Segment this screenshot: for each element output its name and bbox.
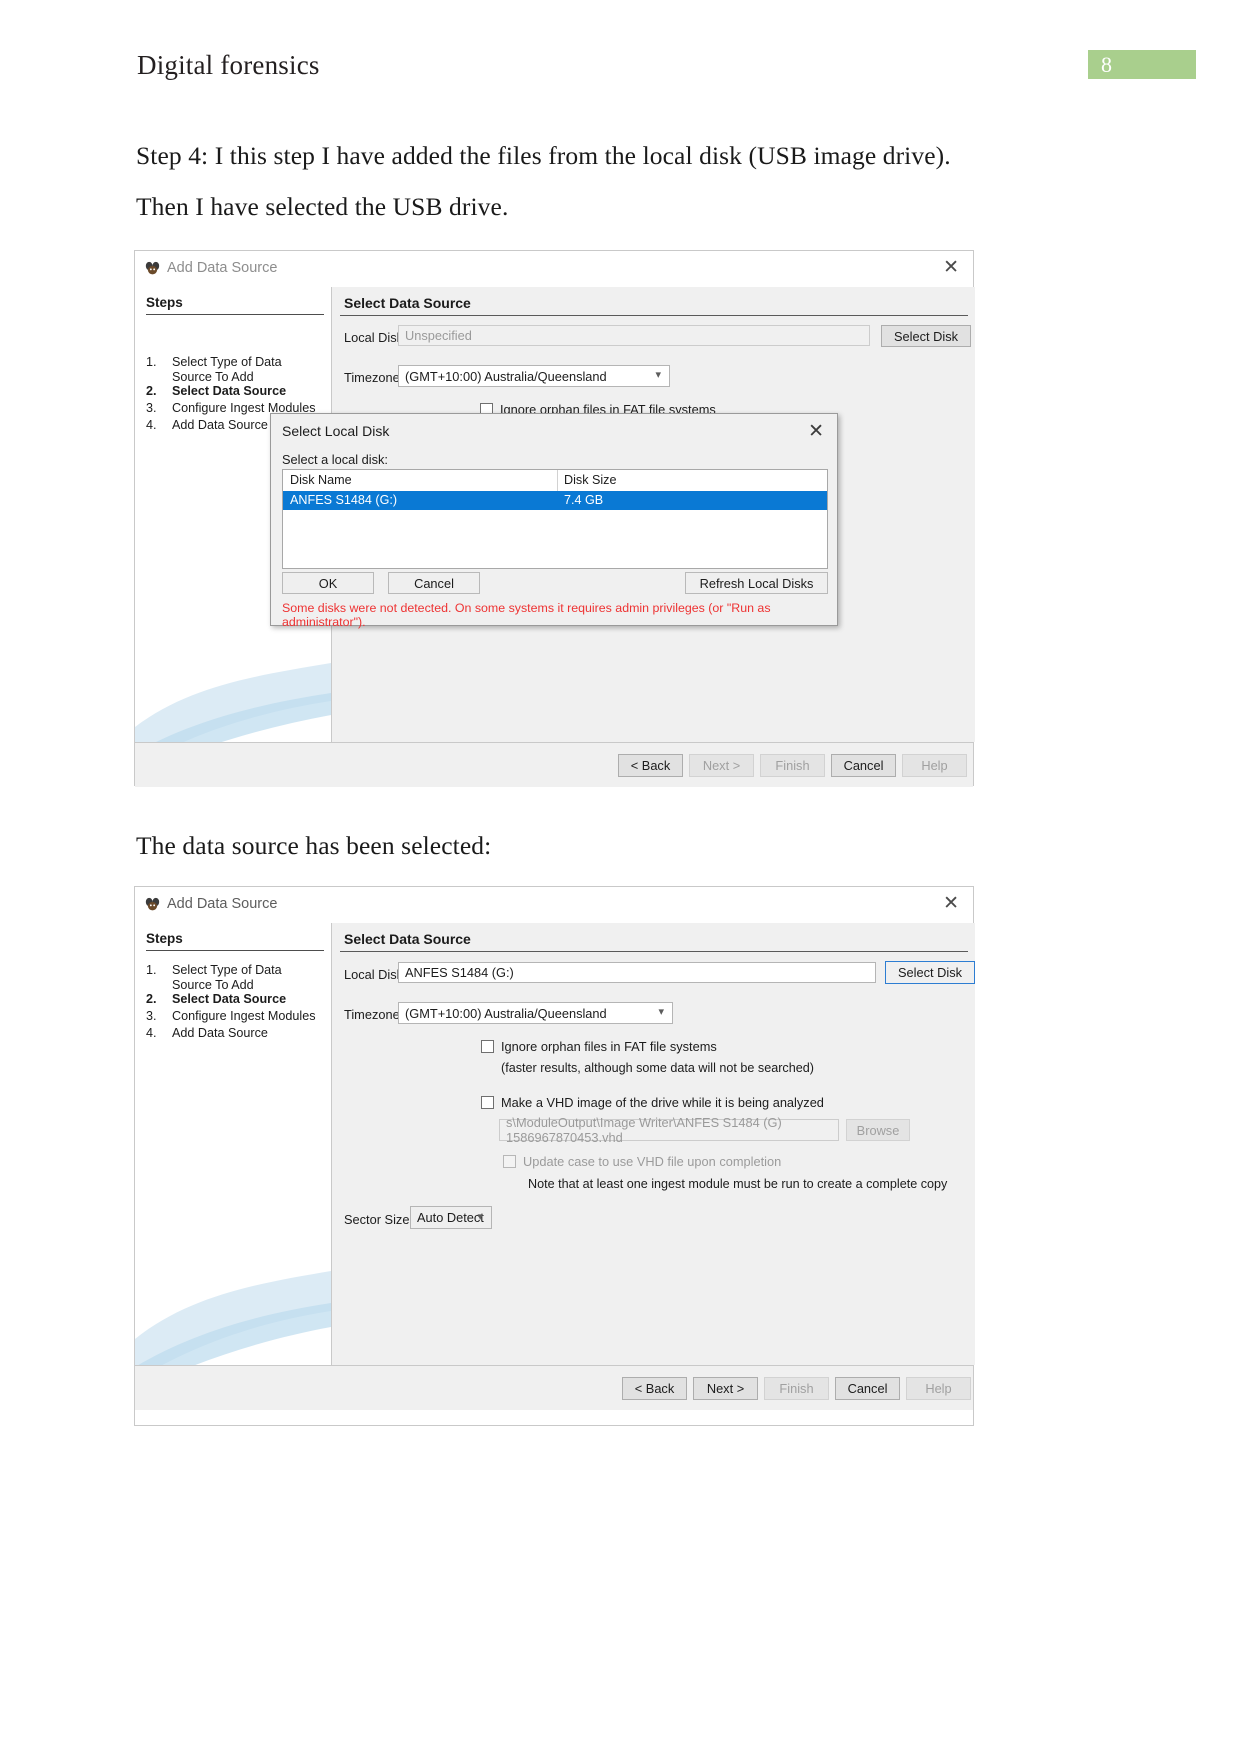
browse-button: Browse: [846, 1119, 910, 1141]
help-button-1: Help: [902, 754, 967, 777]
column-header-disk-size: Disk Size: [564, 473, 617, 487]
step-number: 2.: [146, 992, 157, 1006]
pane-divider-1: [340, 315, 968, 316]
cancel-button[interactable]: Cancel: [388, 572, 480, 594]
vhd-path-input: s\ModuleOutput\Image Writer\ANFES S1484 …: [499, 1115, 839, 1145]
page-title: Digital forensics: [137, 50, 320, 80]
step-label: Select Type of Data Source To Add: [172, 355, 282, 384]
step-label: Select Data Source: [172, 992, 287, 1006]
document-header: Digital forensics 8: [0, 0, 1241, 100]
select-disk-button-2[interactable]: Select Disk: [885, 961, 975, 984]
finish-button-2: Finish: [764, 1377, 829, 1400]
steps-heading-2: Steps: [146, 931, 183, 946]
cancel-button-1[interactable]: Cancel: [831, 754, 896, 777]
finish-button-1: Finish: [760, 754, 825, 777]
autopsy-app-icon: [145, 261, 160, 275]
make-vhd-checkbox[interactable]: [481, 1096, 494, 1109]
timezone-value-1: (GMT+10:00) Australia/Queensland: [405, 368, 607, 384]
select-disk-button-1[interactable]: Select Disk: [881, 325, 971, 347]
timezone-label-1: Timezone:: [344, 370, 404, 385]
cancel-button-2[interactable]: Cancel: [835, 1377, 900, 1400]
update-case-label: Update case to use VHD file upon complet…: [523, 1154, 782, 1169]
local-disk-input-1[interactable]: Unspecified: [398, 325, 870, 346]
modal-subtitle: Select a local disk:: [282, 452, 388, 467]
step-number: 1.: [146, 355, 157, 369]
step-label: Configure Ingest Modules: [172, 1009, 316, 1023]
step-number: 2.: [146, 384, 157, 398]
sector-size-label: Sector Size:: [344, 1212, 413, 1227]
select-local-disk-modal: Select Local Disk ✕ Select a local disk:…: [270, 413, 838, 629]
pane-heading-2: Select Data Source: [344, 931, 471, 947]
table-row[interactable]: ANFES S1484 (G:) 7.4 GB: [283, 491, 827, 510]
chevron-down-icon: ▾: [658, 1006, 664, 1019]
chevron-down-icon: ▾: [477, 1210, 483, 1223]
sector-size-select[interactable]: Auto Detect ▾: [410, 1206, 492, 1229]
back-button-2[interactable]: < Back: [622, 1377, 687, 1400]
window-title-1: Add Data Source: [167, 260, 278, 276]
disk-table[interactable]: Disk Name Disk Size ANFES S1484 (G:) 7.4…: [282, 469, 828, 569]
back-button-1[interactable]: < Back: [618, 754, 683, 777]
next-button-2[interactable]: Next >: [693, 1377, 758, 1400]
close-icon[interactable]: ✕: [943, 894, 959, 913]
autopsy-app-icon: [145, 897, 160, 911]
paragraph-data-source-selected: The data source has been selected:: [136, 831, 492, 860]
step-label: Select Data Source: [172, 384, 287, 398]
page-number-badge: 8: [1088, 50, 1196, 79]
column-divider: [557, 470, 558, 491]
timezone-value-2: (GMT+10:00) Australia/Queensland: [405, 1005, 607, 1021]
help-button-2: Help: [906, 1377, 971, 1400]
window-titlebar-1: Add Data Source ✕: [135, 251, 973, 287]
steps-heading-1: Steps: [146, 295, 183, 310]
ignore-orphan-checkbox-2[interactable]: [481, 1040, 494, 1053]
cell-disk-size: 7.4 GB: [564, 493, 604, 507]
add-data-source-window-2: Add Data Source ✕ Steps 1. Select Type o…: [134, 886, 975, 1426]
ignore-orphan-label-2: Ignore orphan files in FAT file systems: [501, 1039, 717, 1054]
paragraph-step4: Step 4: I this step I have added the fil…: [136, 141, 951, 221]
ok-button[interactable]: OK: [282, 572, 374, 594]
column-header-disk-name: Disk Name: [290, 473, 352, 487]
modal-close-icon[interactable]: ✕: [808, 420, 824, 443]
ignore-orphan-note: (faster results, although some data will…: [501, 1061, 814, 1075]
step-number: 3.: [146, 1009, 157, 1023]
cell-disk-name: ANFES S1484 (G:): [290, 493, 398, 507]
step-label: Select Type of Data Source To Add: [172, 963, 282, 992]
timezone-label-2: Timezone:: [344, 1007, 404, 1022]
steps-pane-2: Steps 1. Select Type of Data Source To A…: [135, 923, 331, 1391]
next-button-1: Next >: [689, 754, 754, 777]
close-icon[interactable]: ✕: [943, 258, 959, 277]
step-label: Add Data Source: [172, 1026, 268, 1040]
local-disk-input-2[interactable]: ANFES S1484 (G:): [398, 962, 876, 983]
make-vhd-label: Make a VHD image of the drive while it i…: [501, 1095, 824, 1110]
wizard-footer-2: < Back Next > Finish Cancel Help: [135, 1365, 973, 1410]
step-number: 1.: [146, 963, 157, 977]
select-data-source-pane-2: Select Data Source Local Disk: ANFES S14…: [331, 923, 975, 1365]
step-label: Add Data Source: [172, 418, 268, 432]
steps-divider-2: [146, 950, 324, 951]
step-number: 4.: [146, 1026, 157, 1040]
ingest-module-note: Note that at least one ingest module mus…: [528, 1177, 948, 1191]
pane-heading-1: Select Data Source: [344, 295, 471, 311]
window-title-2: Add Data Source: [167, 896, 278, 912]
modal-title: Select Local Disk: [282, 423, 390, 439]
refresh-local-disks-button[interactable]: Refresh Local Disks: [685, 572, 828, 594]
window-titlebar-2: Add Data Source ✕: [135, 887, 973, 923]
disk-table-header: Disk Name Disk Size: [283, 470, 827, 492]
steps-divider-1: [146, 314, 324, 315]
wizard-footer-1: < Back Next > Finish Cancel Help: [135, 742, 973, 787]
page-number-text: 8: [1101, 52, 1112, 77]
timezone-select-2[interactable]: (GMT+10:00) Australia/Queensland ▾: [398, 1002, 673, 1024]
document-page: Digital forensics 8 Step 4: I this step …: [0, 0, 1241, 1754]
modal-warning-text: Some disks were not detected. On some sy…: [282, 601, 771, 629]
pane-divider-2: [340, 951, 968, 952]
step-number: 3.: [146, 401, 157, 415]
update-case-checkbox: [503, 1155, 516, 1168]
chevron-down-icon: ▾: [655, 369, 661, 382]
step-number: 4.: [146, 418, 157, 432]
sector-size-value: Auto Detect: [417, 1210, 484, 1225]
timezone-select-1[interactable]: (GMT+10:00) Australia/Queensland ▾: [398, 365, 670, 387]
